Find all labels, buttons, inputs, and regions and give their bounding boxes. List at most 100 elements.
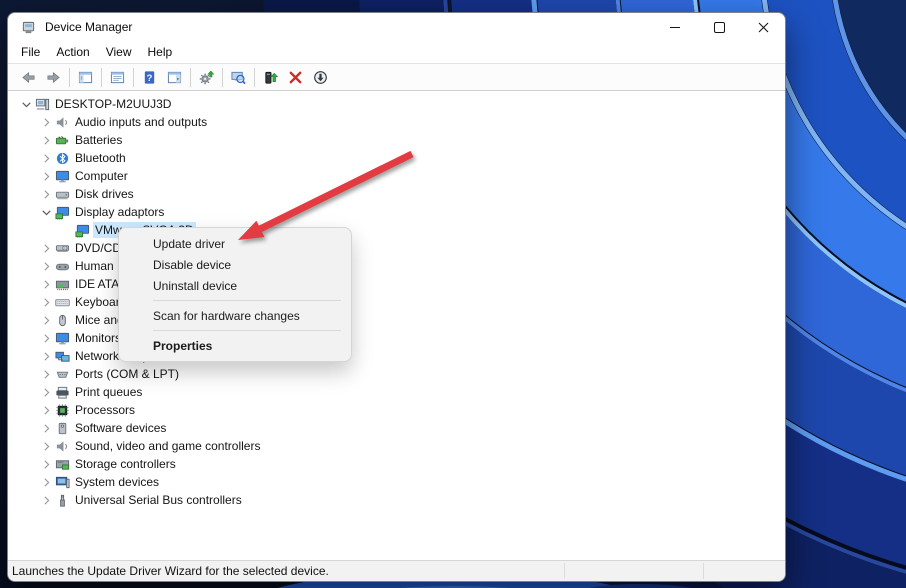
network-icon — [54, 348, 70, 364]
menu-separator — [153, 330, 341, 331]
tree-row-system-devices[interactable]: System devices — [8, 473, 785, 491]
chevron-right-icon[interactable] — [38, 348, 54, 364]
window-controls — [653, 13, 785, 41]
menu-file[interactable]: File — [13, 43, 48, 61]
properties-button[interactable] — [105, 66, 130, 89]
display-adapter-icon — [74, 222, 90, 238]
context-menu: Update driver Disable device Uninstall dev… — [118, 227, 352, 362]
minimize-icon — [670, 26, 680, 28]
status-text: Launches the Update Driver Wizard for th… — [12, 564, 329, 578]
context-menu-item-disable-device[interactable]: Disable device — [119, 254, 351, 275]
context-menu-item-properties[interactable]: Properties — [119, 335, 351, 356]
disk-icon — [54, 186, 70, 202]
tree-item-label: Processors — [75, 403, 136, 417]
storage-icon — [54, 456, 70, 472]
disable-device-button[interactable] — [308, 66, 333, 89]
scan-hardware-changes-button[interactable] — [226, 66, 251, 89]
hid-icon — [54, 258, 70, 274]
tree-item-label: Disk drives — [75, 187, 134, 201]
chevron-right-icon[interactable] — [38, 366, 54, 382]
tree-row-desktop-m2uuj3d[interactable]: DESKTOP-M2UUJ3D — [8, 95, 785, 113]
tree-row-universal-serial-bus-controllers[interactable]: Universal Serial Bus controllers — [8, 491, 785, 509]
tree-row-batteries[interactable]: Batteries — [8, 131, 785, 149]
chevron-right-icon[interactable] — [38, 402, 54, 418]
menu-help[interactable]: Help — [140, 43, 181, 61]
software-icon — [54, 420, 70, 436]
console-tree-icon — [78, 70, 93, 85]
uninstall-device-button[interactable] — [283, 66, 308, 89]
chevron-right-icon[interactable] — [38, 186, 54, 202]
display-adapter-icon — [54, 204, 70, 220]
add-drivers-button[interactable] — [194, 66, 219, 89]
tree-item-label: Sound, video and game controllers — [75, 439, 261, 453]
action-pane-icon — [167, 70, 182, 85]
context-menu-item-update-driver[interactable]: Update driver — [119, 233, 351, 254]
menu-action[interactable]: Action — [48, 43, 97, 61]
close-button[interactable] — [741, 13, 785, 41]
chevron-right-icon[interactable] — [38, 240, 54, 256]
help-button[interactable]: ? — [137, 66, 162, 89]
chevron-right-icon[interactable] — [38, 258, 54, 274]
toolbar-separator — [133, 67, 134, 87]
tree-row-computer[interactable]: Computer — [8, 167, 785, 185]
chevron-right-icon[interactable] — [38, 384, 54, 400]
title-bar[interactable]: Device Manager — [8, 13, 785, 41]
chevron-down-icon[interactable] — [18, 96, 34, 112]
chevron-right-icon[interactable] — [38, 456, 54, 472]
tree-row-storage-controllers[interactable]: Storage controllers — [8, 455, 785, 473]
tree-item-label: System devices — [75, 475, 160, 489]
gear-update-icon — [199, 70, 214, 85]
monitor-icon — [54, 168, 70, 184]
context-menu-item-scan-for-hardware-changes[interactable]: Scan for hardware changes — [119, 305, 351, 326]
minimize-button[interactable] — [653, 13, 697, 41]
tree-row-print-queues[interactable]: Print queues — [8, 383, 785, 401]
chevron-right-icon[interactable] — [38, 150, 54, 166]
printer-icon — [54, 384, 70, 400]
uninstall-icon — [288, 70, 303, 85]
system-icon — [54, 474, 70, 490]
update-driver-button[interactable] — [258, 66, 283, 89]
tree-item-label: Print queues — [75, 385, 143, 399]
chevron-down-icon[interactable] — [38, 204, 54, 220]
device-manager-icon — [21, 19, 37, 35]
chevron-right-icon[interactable] — [38, 330, 54, 346]
chevron-right-icon[interactable] — [38, 168, 54, 184]
monitor-icon — [54, 330, 70, 346]
tree-row-audio-inputs-and-outputs[interactable]: Audio inputs and outputs — [8, 113, 785, 131]
disable-icon — [313, 70, 328, 85]
chevron-right-icon[interactable] — [38, 312, 54, 328]
back-button[interactable] — [16, 66, 41, 89]
tree-item-label: DESKTOP-M2UUJ3D — [55, 97, 172, 111]
chevron-right-icon[interactable] — [38, 294, 54, 310]
context-menu-item-uninstall-device[interactable]: Uninstall device — [119, 275, 351, 296]
tree-row-ports-com-lpt[interactable]: Ports (COM & LPT) — [8, 365, 785, 383]
action-pane-button[interactable] — [162, 66, 187, 89]
tree-row-bluetooth[interactable]: Bluetooth — [8, 149, 785, 167]
computer-icon — [34, 96, 50, 112]
chevron-right-icon[interactable] — [38, 114, 54, 130]
chevron-right-icon[interactable] — [38, 492, 54, 508]
toolbar-separator — [101, 67, 102, 87]
tree-item-label: Ports (COM & LPT) — [75, 367, 180, 381]
tree-row-processors[interactable]: Processors — [8, 401, 785, 419]
show-console-tree-button[interactable] — [73, 66, 98, 89]
chevron-right-icon[interactable] — [38, 474, 54, 490]
maximize-button[interactable] — [697, 13, 741, 41]
tree-row-sound-video-and-game-controllers[interactable]: Sound, video and game controllers — [8, 437, 785, 455]
tree-row-software-devices[interactable]: Software devices — [8, 419, 785, 437]
ide-icon — [54, 276, 70, 292]
menu-view[interactable]: View — [98, 43, 140, 61]
menu-separator — [153, 300, 341, 301]
tree-row-display-adaptors[interactable]: Display adaptors — [8, 203, 785, 221]
tree-item-label: Audio inputs and outputs — [75, 115, 208, 129]
bluetooth-icon — [54, 150, 70, 166]
chevron-right-icon[interactable] — [38, 420, 54, 436]
chevron-right-icon[interactable] — [38, 438, 54, 454]
toolbar-separator — [254, 67, 255, 87]
forward-button[interactable] — [41, 66, 66, 89]
chevron-right-icon[interactable] — [38, 276, 54, 292]
close-icon — [758, 22, 768, 32]
tree-item-label: Display adaptors — [75, 205, 165, 219]
chevron-right-icon[interactable] — [38, 132, 54, 148]
tree-row-disk-drives[interactable]: Disk drives — [8, 185, 785, 203]
